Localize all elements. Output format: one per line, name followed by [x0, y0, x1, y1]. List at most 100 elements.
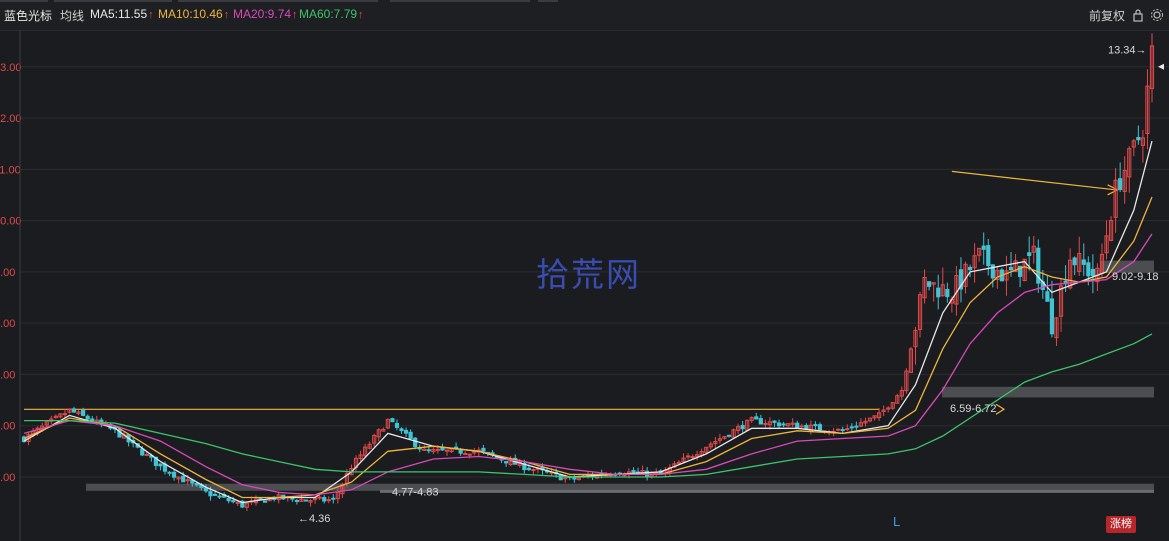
candle-up	[690, 456, 695, 459]
candle-down	[1008, 266, 1014, 271]
candle-down	[208, 491, 213, 497]
candle-down	[194, 482, 199, 486]
candle-down	[840, 429, 845, 432]
candle-up	[563, 477, 568, 480]
candle-down	[986, 245, 991, 267]
candle-down	[217, 495, 222, 498]
candle-down	[172, 471, 177, 478]
candle-down	[1090, 268, 1095, 276]
candle-down	[181, 475, 186, 483]
candle-down	[1072, 257, 1077, 266]
zone-band	[942, 386, 1154, 398]
candle-down	[440, 447, 445, 451]
candle-down	[1118, 178, 1123, 191]
candle-down	[1136, 137, 1141, 141]
y-tick-label: 5.00	[0, 472, 15, 484]
ma5-label: MA5:11.55	[90, 7, 148, 21]
y-tick-label: 7.00	[0, 369, 15, 381]
candle-down	[967, 266, 973, 271]
candle-down	[936, 287, 941, 298]
candle-down	[294, 499, 299, 502]
candle-down	[481, 447, 486, 452]
zone-label: 4.77-4.83	[392, 486, 438, 498]
candle-up	[422, 448, 427, 451]
candle-up	[326, 499, 331, 502]
ma20-label-wrap: MA20:9.74↑	[233, 7, 298, 21]
ma10-label: MA10:10.46	[158, 7, 223, 21]
candle-down	[390, 418, 395, 423]
ma10-line	[23, 196, 1153, 499]
adjust-button[interactable]: 前复权	[1089, 7, 1125, 24]
l-marker[interactable]: L	[893, 514, 900, 529]
candle-up	[531, 469, 536, 472]
limit-up-badge[interactable]: 涨榜	[1106, 516, 1136, 533]
candle-down	[303, 499, 309, 502]
candle-down	[71, 408, 77, 413]
y-tick-label: 13.00	[0, 62, 22, 74]
candle-down	[945, 288, 950, 298]
up-arrow-icon: ↑	[292, 9, 298, 21]
y-tick-label: 10.00	[0, 216, 22, 228]
candle-down	[558, 474, 563, 481]
candle-down	[849, 426, 854, 429]
candle-down	[1086, 262, 1091, 277]
candle-up	[435, 448, 440, 451]
candle-down	[399, 428, 404, 432]
candle-down	[981, 245, 986, 250]
candle-down	[394, 422, 400, 428]
candle-down	[927, 281, 932, 287]
y-tick-label: 12.00	[0, 113, 22, 125]
candle-down	[226, 497, 231, 502]
zone-label: 6.59-6.72	[950, 403, 996, 415]
candle-down	[203, 487, 209, 492]
indicator-label[interactable]: 均线	[60, 7, 84, 24]
candle-down	[781, 423, 786, 426]
candle-down	[426, 449, 431, 452]
ma5-line	[23, 140, 1153, 504]
candle-up	[685, 455, 691, 458]
candle-down	[290, 497, 295, 500]
candle-down	[758, 418, 763, 425]
ma5-label-wrap: MA5:11.55↑	[90, 7, 154, 21]
lock-icon[interactable]	[1131, 8, 1145, 22]
candle-down	[403, 429, 409, 434]
y-tick-label: 9.00	[0, 267, 15, 279]
cursor-label[interactable]: 蓝色光标	[4, 7, 52, 24]
candle-down	[140, 448, 145, 456]
candle-down	[776, 422, 782, 427]
moving-averages	[23, 140, 1153, 504]
tab-indicator-4	[390, 0, 530, 2]
candle-up	[836, 428, 841, 431]
candle-down	[212, 493, 218, 496]
candle-down	[167, 471, 172, 474]
high-price-label: 13.34→	[1108, 44, 1147, 56]
candle-down	[813, 424, 818, 427]
candle-down	[526, 467, 531, 471]
candle-down	[754, 416, 759, 420]
candle-down	[854, 425, 859, 428]
settings-icon[interactable]	[1150, 8, 1164, 22]
candle-down	[322, 497, 327, 502]
candle-down	[817, 424, 823, 431]
candle-up	[845, 428, 850, 431]
tab-indicator-2	[54, 0, 172, 2]
zone-band	[86, 483, 1154, 491]
watermark: 拾荒网	[536, 255, 641, 294]
tab-indicator-3	[178, 0, 378, 2]
candle-down	[262, 500, 268, 503]
up-arrow-icon: ↑	[223, 9, 230, 21]
candle-up	[799, 425, 804, 428]
zone-label: 9.02-9.18	[1112, 271, 1158, 283]
labels: 4.77-4.83 6.59-6.72 9.02-9.18 13.34→ ←4.36	[298, 44, 1164, 525]
y-tick-label: 11.00	[0, 164, 21, 176]
candle-down	[413, 437, 418, 447]
candle-down	[772, 420, 777, 423]
trend-line	[951, 170, 1116, 191]
candle-down	[408, 431, 413, 440]
candle-up	[144, 453, 149, 456]
candle-down	[1027, 252, 1032, 256]
ma20-label: MA20:9.74	[233, 7, 292, 21]
candle-down	[1049, 298, 1055, 335]
candle-down	[740, 424, 745, 430]
candle-down	[795, 422, 800, 429]
